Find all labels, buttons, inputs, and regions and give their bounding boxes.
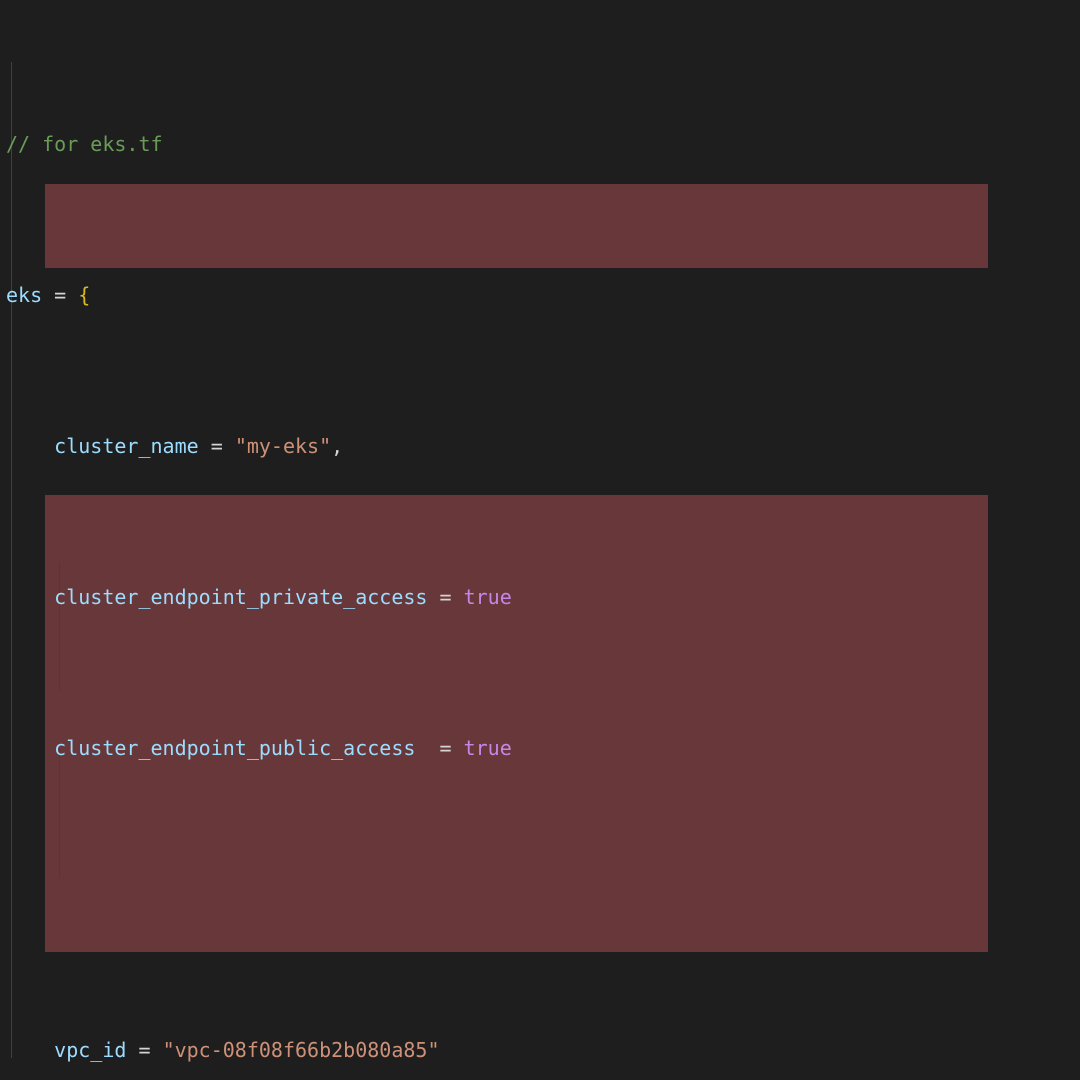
- identifier-vpc-id: vpc_id: [54, 1037, 127, 1062]
- operator-assign: =: [54, 282, 67, 307]
- comment-header: // for eks.tf: [6, 131, 163, 156]
- code-content[interactable]: // for eks.tf eks = { cluster_name = "my…: [0, 8, 1080, 1080]
- boolean-endpoint-public-value: true: [463, 735, 512, 760]
- identifier-cluster-endpoint-public-access: cluster_endpoint_public_access: [54, 735, 416, 760]
- identifier-eks: eks: [6, 282, 43, 307]
- identifier-cluster-endpoint-private-access: cluster_endpoint_private_access: [54, 584, 428, 609]
- code-line-cluster-name[interactable]: cluster_name = "my-eks",: [0, 431, 1080, 461]
- operator-assign: =: [439, 735, 452, 760]
- code-line-endpoint-public[interactable]: cluster_endpoint_public_access = true: [0, 733, 1080, 763]
- code-line-eks-open[interactable]: eks = {: [0, 280, 1080, 310]
- string-cluster-name-value: "my-eks": [234, 433, 332, 458]
- code-line-header-comment[interactable]: // for eks.tf: [0, 129, 1080, 159]
- code-line-vpc-id[interactable]: vpc_id = "vpc-08f08f66b2b080a85": [0, 1035, 1080, 1065]
- boolean-endpoint-private-value: true: [463, 584, 512, 609]
- code-editor-viewport[interactable]: // for eks.tf eks = { cluster_name = "my…: [0, 0, 1080, 1080]
- operator-assign: =: [439, 584, 452, 609]
- operator-assign: =: [138, 1037, 151, 1062]
- operator-assign: =: [210, 433, 223, 458]
- comma: ,: [331, 433, 344, 458]
- identifier-cluster-name: cluster_name: [54, 433, 199, 458]
- string-vpc-id-value: "vpc-08f08f66b2b080a85": [162, 1037, 440, 1062]
- code-line-endpoint-private[interactable]: cluster_endpoint_private_access = true: [0, 582, 1080, 612]
- brace-open-eks: {: [78, 282, 91, 307]
